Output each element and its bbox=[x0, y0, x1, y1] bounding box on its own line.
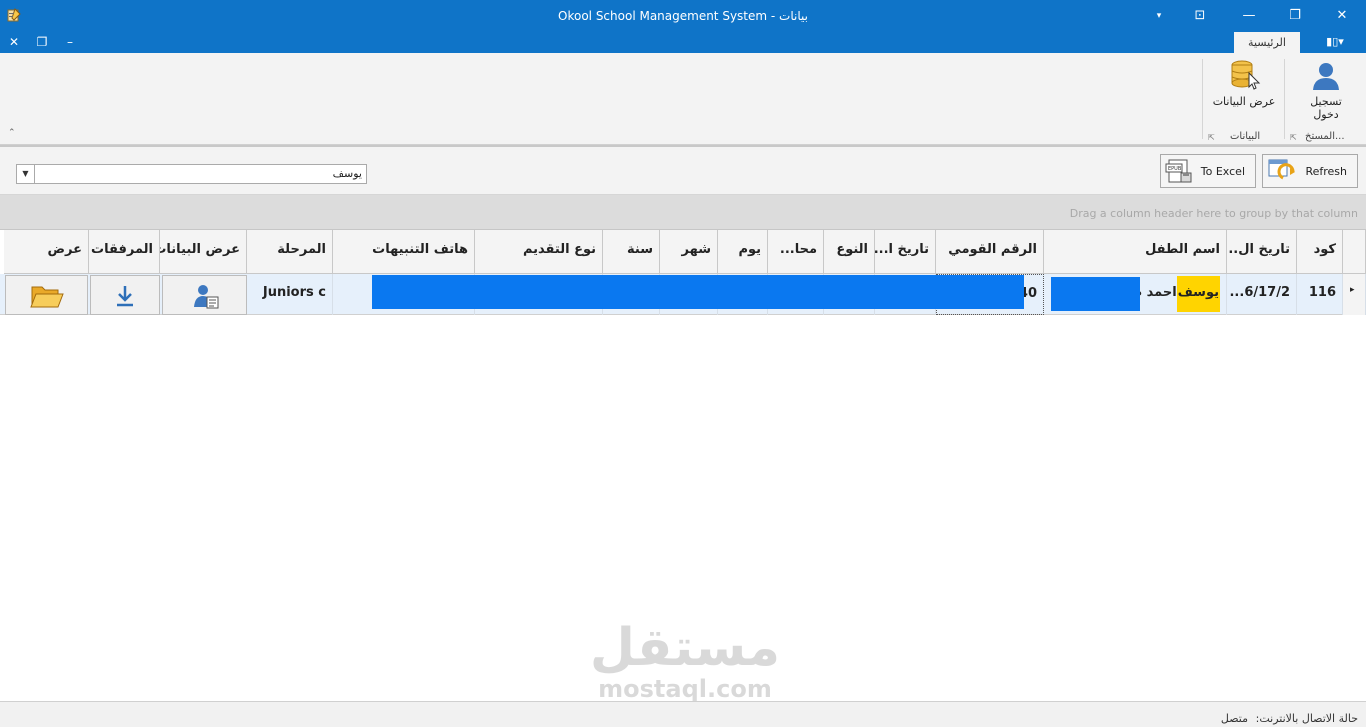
group-label-data: البيانات bbox=[1230, 131, 1261, 142]
to-excel-button[interactable]: EPUB To Excel bbox=[1160, 154, 1256, 188]
view-data-ribbon-button[interactable]: عرض البيانات bbox=[1208, 57, 1280, 117]
column-header-gender[interactable]: النوع bbox=[824, 230, 875, 274]
status-bar: حالة الاتصال بالانترنت: متصل bbox=[0, 701, 1366, 727]
watermark-logo: مستقل mostaql.com bbox=[580, 620, 790, 710]
attachments-download-button[interactable] bbox=[90, 275, 160, 315]
column-header-national-id[interactable]: الرقم القومي bbox=[936, 230, 1044, 274]
close-button[interactable]: ✕ bbox=[1328, 6, 1356, 26]
group-launcher-icon[interactable]: ⇱ bbox=[1290, 133, 1297, 142]
column-header-view[interactable]: عرض bbox=[4, 230, 89, 274]
ribbon-tab-bar: ✕ ❐ – الرئيسية ▮▯▾ bbox=[0, 32, 1366, 53]
connection-status-value: متصل bbox=[1220, 712, 1248, 725]
grid-toolbar: ▼ يوسف EPUB To Excel Refresh bbox=[0, 147, 1366, 195]
cell-stage[interactable]: Juniors c bbox=[247, 274, 333, 315]
group-by-hint: Drag a column header here to group by th… bbox=[1069, 207, 1358, 220]
refresh-icon bbox=[1268, 159, 1295, 180]
watermark-text-ar: مستقل bbox=[589, 618, 781, 678]
minimize-button[interactable]: — bbox=[1235, 6, 1263, 26]
column-header-attachments[interactable]: المرفقات bbox=[89, 230, 160, 274]
view-data-row-button[interactable] bbox=[162, 275, 247, 315]
column-header-notify-phone[interactable]: هاتف التنبيهات bbox=[333, 230, 475, 274]
folder-open-icon bbox=[30, 286, 64, 308]
options-dropdown-icon[interactable]: ▾ bbox=[1145, 6, 1173, 26]
redaction-block bbox=[1051, 277, 1140, 311]
collapse-ribbon-icon[interactable]: ⌃ bbox=[8, 128, 16, 138]
redaction-block bbox=[372, 275, 1024, 309]
tab-home[interactable]: الرئيسية bbox=[1234, 32, 1300, 53]
layout-menu-button[interactable]: ▮▯▾ bbox=[1320, 34, 1350, 50]
connection-status-label: حالة الاتصال بالانترنت: bbox=[1255, 712, 1358, 725]
watermark-text-en: mostaql.com bbox=[598, 675, 772, 703]
search-match-highlight: يوسف bbox=[1176, 276, 1220, 312]
login-label-line1: تسجيل bbox=[1310, 95, 1342, 108]
group-separator bbox=[1284, 59, 1285, 139]
column-header-governorate[interactable]: محا... bbox=[768, 230, 824, 274]
ribbon-display-button[interactable]: ⊡ bbox=[1186, 6, 1214, 26]
download-icon bbox=[117, 286, 133, 307]
row-indicator-header bbox=[1343, 230, 1366, 274]
column-header-birth-date[interactable]: تاريخ ا... bbox=[875, 230, 936, 274]
column-header-month[interactable]: شهر bbox=[660, 230, 718, 274]
refresh-button[interactable]: Refresh bbox=[1262, 154, 1358, 188]
login-button[interactable]: تسجيل دخول bbox=[1296, 57, 1356, 127]
group-by-panel[interactable]: Drag a column header here to group by th… bbox=[0, 195, 1366, 230]
mdi-minimize-button[interactable]: – bbox=[60, 34, 80, 50]
column-header-stage[interactable]: المرحلة bbox=[247, 230, 333, 274]
column-header-code[interactable]: كود bbox=[1297, 230, 1343, 274]
view-data-ribbon-label: عرض البيانات bbox=[1212, 95, 1276, 108]
group-label-users: المستخ... bbox=[1305, 131, 1345, 142]
row-indicator-icon[interactable]: ▸ bbox=[1343, 274, 1366, 315]
group-launcher-icon[interactable]: ⇱ bbox=[1208, 133, 1215, 142]
title-bar: Okool School Management System - بيانات … bbox=[0, 0, 1366, 32]
ribbon-panel: تسجيل دخول المستخ... ⇱ عرض البيانات البي… bbox=[0, 53, 1366, 145]
column-header-child-name[interactable]: اسم الطفل bbox=[1044, 230, 1227, 274]
svg-text:EPUB: EPUB bbox=[1168, 166, 1182, 172]
column-header-view-data[interactable]: عرض البيانات bbox=[160, 230, 247, 274]
cell-code[interactable]: 116 bbox=[1297, 274, 1343, 315]
excel-export-icon: EPUB bbox=[1165, 159, 1192, 183]
column-header-application-type[interactable]: نوع التقديم bbox=[475, 230, 603, 274]
column-header-year[interactable]: سنة bbox=[603, 230, 660, 274]
user-card-icon bbox=[194, 285, 219, 309]
chevron-down-icon[interactable]: ▼ bbox=[17, 165, 35, 183]
cell-register-date[interactable]: 6/17/2... bbox=[1227, 274, 1297, 315]
group-separator bbox=[1202, 59, 1203, 139]
column-header-register-date[interactable]: تاريخ ال... bbox=[1227, 230, 1297, 274]
to-excel-label: To Excel bbox=[1200, 165, 1245, 178]
column-header-day[interactable]: يوم bbox=[718, 230, 768, 274]
restore-button[interactable]: ❐ bbox=[1281, 6, 1309, 26]
user-icon bbox=[1313, 63, 1339, 90]
search-combobox[interactable]: ▼ يوسف bbox=[16, 164, 367, 184]
refresh-label: Refresh bbox=[1305, 165, 1347, 178]
mdi-restore-button[interactable]: ❐ bbox=[32, 34, 52, 50]
login-label-line2: دخول bbox=[1313, 108, 1339, 121]
search-value: يوسف bbox=[332, 167, 362, 180]
mdi-close-button[interactable]: ✕ bbox=[4, 34, 24, 50]
database-icon bbox=[1231, 60, 1261, 90]
open-folder-button[interactable] bbox=[5, 275, 88, 315]
